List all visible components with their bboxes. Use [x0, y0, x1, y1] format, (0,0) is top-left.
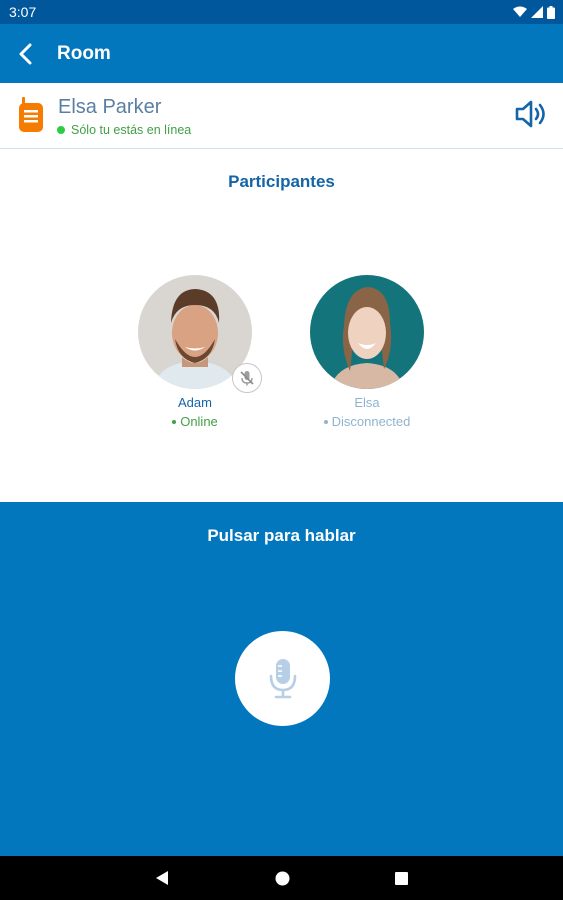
presence-status-text: Sólo tu estás en línea: [71, 123, 192, 137]
status-dot-icon: [323, 419, 328, 424]
nav-home-icon: [275, 871, 289, 885]
presence-status: Sólo tu estás en línea: [57, 123, 191, 137]
status-bar: 3:07: [0, 0, 563, 24]
avatar: [138, 275, 262, 393]
participant-status-text: Online: [180, 414, 218, 429]
status-icons: [513, 5, 555, 19]
push-to-talk-button[interactable]: [235, 631, 330, 726]
push-to-talk-panel: Pulsar para hablar: [0, 502, 563, 856]
nav-home-button[interactable]: [252, 856, 312, 900]
wifi-icon: [513, 6, 527, 17]
participant-name: Adam: [178, 395, 212, 410]
participant-elsa[interactable]: Elsa Disconnected: [302, 275, 432, 429]
participant-adam[interactable]: Adam Online: [130, 275, 262, 429]
status-time: 3:07: [9, 4, 37, 20]
participant-name: Elsa: [354, 395, 380, 410]
app-bar: Room: [0, 24, 563, 83]
page-title: Room: [57, 42, 111, 64]
nav-back-icon: [156, 871, 168, 885]
walkie-talkie-icon: [19, 97, 43, 132]
contact-name: Elsa Parker: [58, 96, 162, 118]
online-dot-icon: [57, 126, 65, 134]
participant-photo: [310, 275, 424, 389]
status-dot-icon: [172, 419, 177, 424]
nav-back-button[interactable]: [132, 856, 192, 900]
avatar: [310, 275, 424, 389]
mic-muted-icon: [232, 363, 262, 393]
participant-status: Disconnected: [302, 414, 432, 429]
back-arrow-icon: [19, 43, 32, 64]
speaker-icon[interactable]: [514, 99, 548, 129]
back-button[interactable]: [10, 34, 40, 74]
nav-recents-button[interactable]: [371, 856, 431, 900]
signal-icon: [531, 6, 543, 18]
nav-recents-icon: [394, 871, 408, 885]
microphone-icon: [269, 658, 296, 698]
system-nav-bar: [0, 856, 563, 900]
participants-title: Participantes: [228, 172, 335, 191]
contact-header: Elsa Parker Sólo tu estás en línea: [0, 83, 563, 149]
battery-icon: [547, 5, 555, 19]
participant-status: Online: [130, 414, 260, 429]
participant-status-text: Disconnected: [331, 414, 411, 429]
push-to-talk-label: Pulsar para hablar: [207, 526, 356, 545]
